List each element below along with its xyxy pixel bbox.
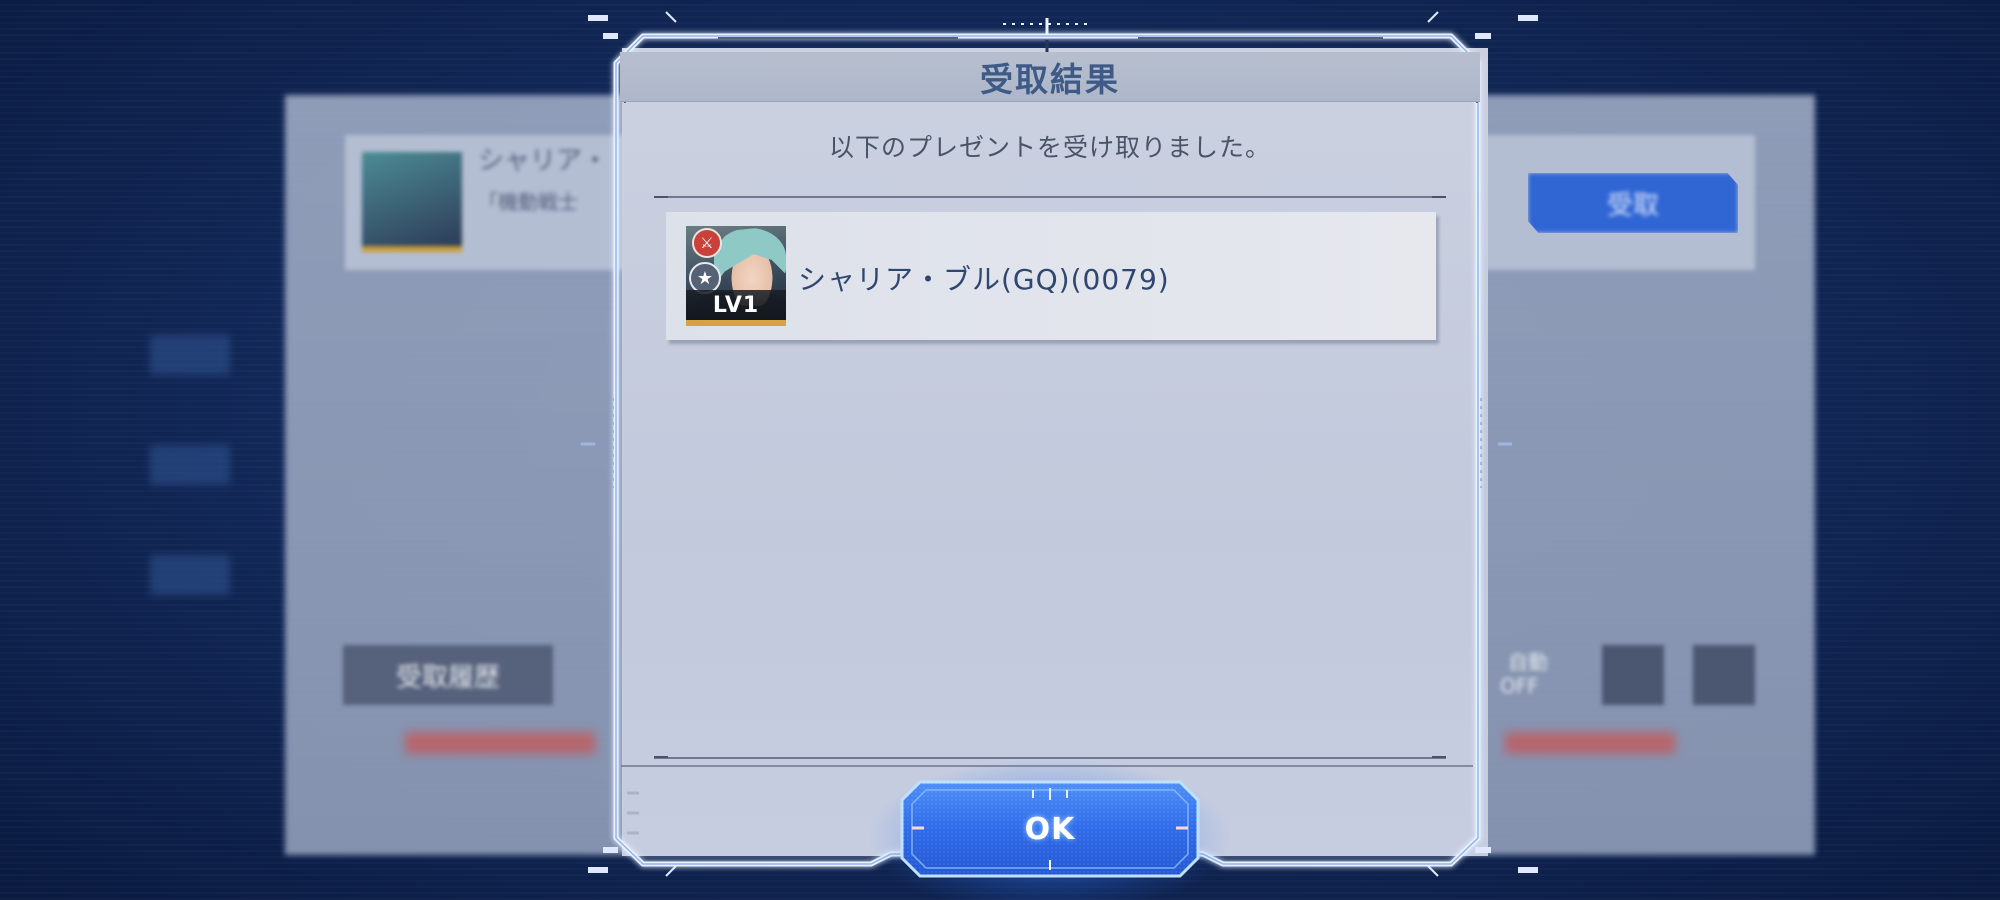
background-character-thumbnail [362,152,462,252]
top-divider-cap-right [1432,196,1446,198]
bottom-divider-cap-right [1432,756,1446,758]
background-side-menu-item [150,555,230,595]
background-filter-button [1693,645,1755,705]
background-warning-text-left [405,732,595,754]
background-side-menu-item [150,335,230,375]
character-level: LV1 [686,290,786,320]
background-history-button: 受取履歴 [343,645,553,705]
background-receive-label: 受取 [1606,190,1659,221]
bottom-divider-cap-left [654,756,668,758]
top-divider-cap-left [654,196,668,198]
background-chat-button [1602,645,1664,705]
background-auto-label: 自動 [1508,650,1548,674]
dialog-title: 受取結果 [980,60,1120,99]
background-side-menu-item [150,445,230,485]
background-card-subtitle: 「機動戦士 [478,190,578,214]
top-divider [654,196,1446,198]
background-warning-text-right [1505,732,1675,754]
background-auto-state: OFF [1500,674,1539,698]
background-receive-button: 受取 [1528,173,1738,233]
background-history-label: 受取履歴 [395,662,500,693]
received-item-name: シャリア・ブル(GQ)(0079) [798,263,1170,296]
bottom-divider [654,757,1446,759]
dialog-message: 以下のプレゼントを受け取りました。 [828,133,1271,162]
ok-button-label[interactable]: OK [898,778,1202,880]
background-card-title: シャリア・ [478,146,609,176]
